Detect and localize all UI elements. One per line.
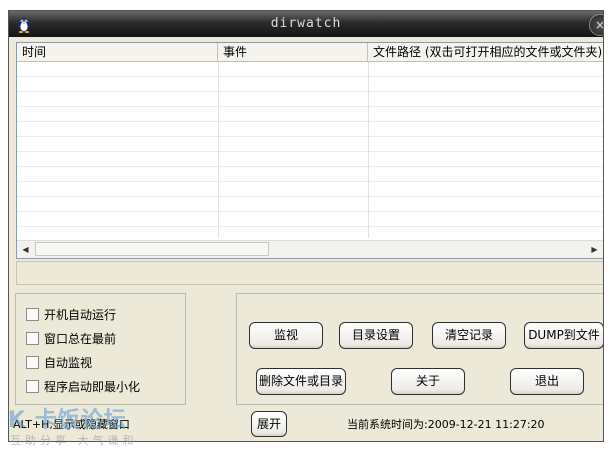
auto-monitor-checkbox[interactable]: 自动监视 [26, 355, 92, 371]
dir-settings-button[interactable]: 目录设置 [339, 322, 413, 349]
dump-to-file-button[interactable]: DUMP到文件 [524, 322, 603, 349]
expand-button[interactable]: 展开 [251, 411, 287, 437]
monitor-button[interactable]: 监视 [249, 322, 323, 349]
list-header: 时间 事件 文件路径 (双击可打开相应的文件或文件夹) [17, 43, 603, 62]
column-header-time[interactable]: 时间 [17, 43, 218, 61]
info-band [16, 261, 603, 285]
auto-start-checkbox[interactable]: 开机自动运行 [26, 307, 116, 323]
close-icon[interactable]: × [589, 14, 603, 36]
checkbox-box[interactable] [26, 356, 39, 369]
current-time: 当前系统时间为:2009-12-21 11:27:20 [347, 418, 545, 431]
checkbox-box[interactable] [26, 380, 39, 393]
scrollbar-thumb[interactable] [35, 242, 269, 256]
event-list[interactable]: 时间 事件 文件路径 (双击可打开相应的文件或文件夹) ◀ ▶ [16, 42, 603, 259]
main-window: dirwatch × 时间 事件 文件路径 (双击可打开相应的文件或文件夹) ◀… [8, 10, 604, 442]
list-rows [17, 62, 603, 238]
delete-file-button[interactable]: 删除文件或目录 [256, 368, 346, 395]
hotkey-hint: ALT+H,显示或隐藏窗口 [13, 418, 130, 431]
column-header-event[interactable]: 事件 [218, 43, 368, 61]
exit-button[interactable]: 退出 [510, 368, 584, 395]
actions-group: 监视 目录设置 清空记录 DUMP到文件 删除文件或目录 关于 退出 [236, 293, 603, 405]
about-button[interactable]: 关于 [391, 368, 465, 395]
window-title: dirwatch [270, 16, 342, 31]
column-divider [368, 62, 369, 238]
title-bar[interactable]: dirwatch × [9, 11, 603, 37]
always-on-top-checkbox[interactable]: 窗口总在最前 [26, 331, 116, 347]
minimize-on-start-checkbox[interactable]: 程序启动即最小化 [26, 379, 140, 395]
clear-log-button[interactable]: 清空记录 [432, 322, 506, 349]
options-group: 开机自动运行 窗口总在最前 自动监视 程序启动即最小化 [15, 293, 186, 405]
checkbox-box[interactable] [26, 308, 39, 321]
column-divider [218, 62, 219, 238]
horizontal-scrollbar[interactable]: ◀ ▶ [17, 240, 603, 258]
column-header-path[interactable]: 文件路径 (双击可打开相应的文件或文件夹) [368, 43, 603, 61]
checkbox-box[interactable] [26, 332, 39, 345]
arrow-right-icon[interactable]: ▶ [587, 242, 602, 257]
arrow-left-icon[interactable]: ◀ [18, 242, 33, 257]
